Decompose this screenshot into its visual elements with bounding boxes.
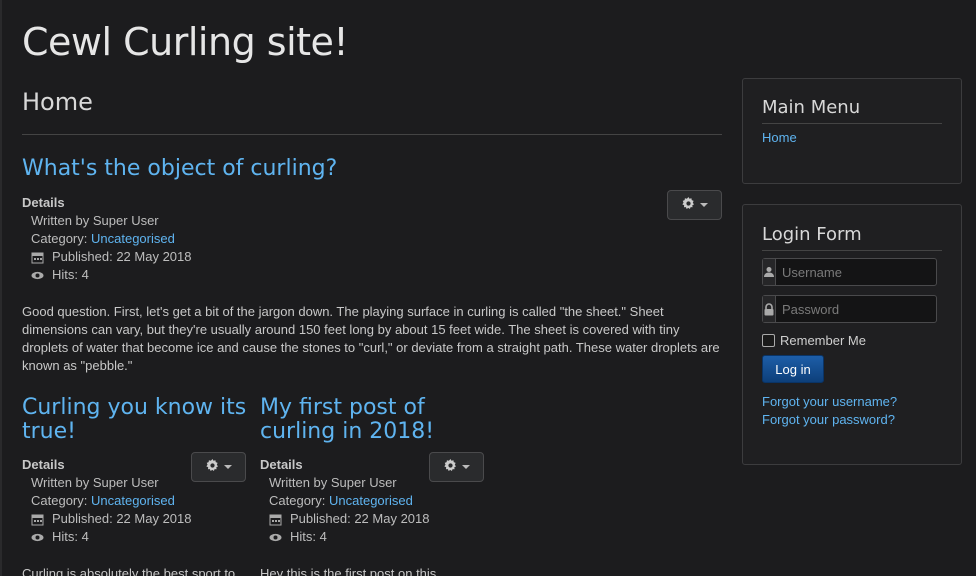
remember-me[interactable]: Remember Me xyxy=(762,333,866,348)
password-field-group xyxy=(762,295,958,323)
hits-count: Hits: 4 xyxy=(290,529,327,544)
article-text: Curling is absolutely the best sport to xyxy=(22,566,236,576)
divider xyxy=(22,134,722,135)
article-title-link[interactable]: Curling you know its true! xyxy=(22,396,247,444)
remember-me-checkbox[interactable] xyxy=(762,334,775,347)
category-row: Category: Uncategorised xyxy=(22,492,191,510)
hits-row: Hits: 4 xyxy=(22,266,191,284)
hits-count: Hits: 4 xyxy=(52,267,89,282)
article-tools-button[interactable] xyxy=(429,452,484,482)
published-date: Published: 22 May 2018 xyxy=(290,511,430,526)
page-title: Home xyxy=(22,88,93,116)
eye-icon xyxy=(31,531,44,544)
published-date: Published: 22 May 2018 xyxy=(52,249,192,264)
page-border xyxy=(0,0,2,576)
login-form-module: Login Form Remember Me Log in Forgot you… xyxy=(742,204,962,465)
forgot-password-link[interactable]: Forgot your password? xyxy=(762,412,895,427)
chevron-down-icon xyxy=(223,465,232,469)
lock-icon xyxy=(763,296,776,322)
article-text: Good question. First, let's get a bit of… xyxy=(22,304,720,373)
password-input[interactable] xyxy=(776,296,958,322)
article-details: Details Written by Super User Category: … xyxy=(22,194,191,284)
username-input[interactable] xyxy=(776,259,958,285)
article-details: Details Written by Super User Category: … xyxy=(260,456,429,546)
category-link[interactable]: Uncategorised xyxy=(91,492,175,510)
menu-item-home[interactable]: Home xyxy=(762,130,797,145)
calendar-icon xyxy=(31,513,44,526)
gear-icon xyxy=(443,459,457,475)
calendar-icon xyxy=(269,513,282,526)
username-field-group xyxy=(762,258,958,286)
chevron-down-icon xyxy=(461,465,470,469)
category-row: Category: Uncategorised xyxy=(260,492,429,510)
calendar-icon xyxy=(31,251,44,264)
published-date: Published: 22 May 2018 xyxy=(52,511,192,526)
category-link[interactable]: Uncategorised xyxy=(91,230,175,248)
published-row: Published: 22 May 2018 xyxy=(22,248,191,266)
hits-row: Hits: 4 xyxy=(22,528,191,546)
category-link[interactable]: Uncategorised xyxy=(329,492,413,510)
divider xyxy=(762,250,942,251)
site-title: Cewl Curling site! xyxy=(22,20,349,64)
login-button[interactable]: Log in xyxy=(762,355,824,383)
forgot-username-link[interactable]: Forgot your username? xyxy=(762,394,897,409)
details-label: Details xyxy=(22,457,65,472)
author: Written by Super User xyxy=(31,475,159,490)
divider xyxy=(762,123,942,124)
category-label: Category: xyxy=(269,493,326,508)
remember-me-label: Remember Me xyxy=(780,333,866,348)
article-tools-button[interactable] xyxy=(191,452,246,482)
eye-icon xyxy=(31,269,44,282)
gear-icon xyxy=(205,459,219,475)
eye-icon xyxy=(269,531,282,544)
module-title: Main Menu xyxy=(762,97,861,118)
author: Written by Super User xyxy=(31,213,159,228)
article-title-link[interactable]: My first post of curling in 2018! xyxy=(260,396,460,444)
chevron-down-icon xyxy=(699,203,708,207)
category-label: Category: xyxy=(31,231,88,246)
article-tools-button[interactable] xyxy=(667,190,722,220)
module-title: Login Form xyxy=(762,224,862,245)
main-menu-module: Main Menu Home xyxy=(742,78,962,184)
article-title-link[interactable]: What's the object of curling? xyxy=(22,157,337,181)
gear-icon xyxy=(681,197,695,213)
user-icon xyxy=(763,259,776,285)
published-row: Published: 22 May 2018 xyxy=(22,510,191,528)
category-row: Category: Uncategorised xyxy=(22,230,191,248)
author: Written by Super User xyxy=(269,475,397,490)
published-row: Published: 22 May 2018 xyxy=(260,510,429,528)
hits-count: Hits: 4 xyxy=(52,529,89,544)
details-label: Details xyxy=(22,195,65,210)
article-details: Details Written by Super User Category: … xyxy=(22,456,191,546)
details-label: Details xyxy=(260,457,303,472)
article-text: Hey this is the first post on this xyxy=(260,566,437,576)
hits-row: Hits: 4 xyxy=(260,528,429,546)
category-label: Category: xyxy=(31,493,88,508)
